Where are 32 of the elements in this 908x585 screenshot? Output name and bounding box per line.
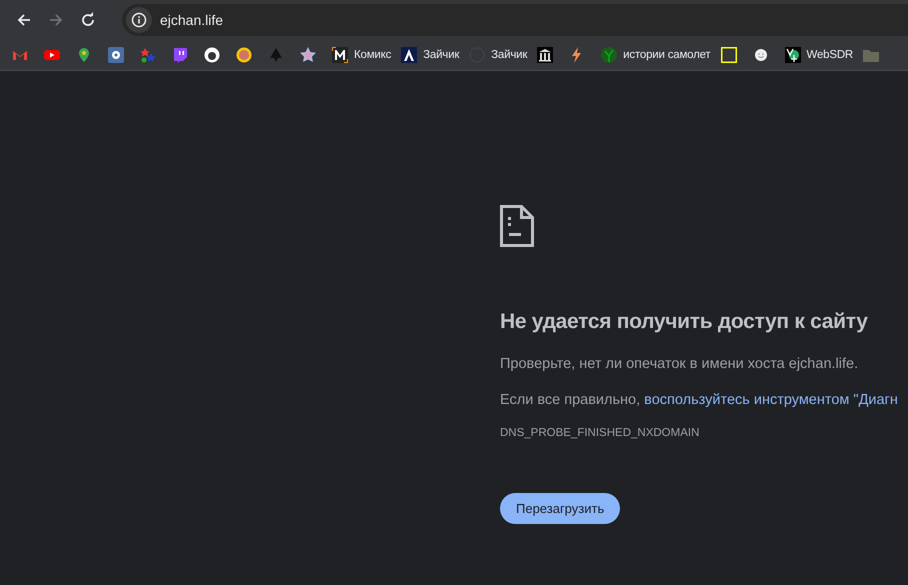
bookmark-item[interactable]: Зайчик [469,43,536,67]
smiley-icon [752,47,769,63]
letter-tile-icon [332,47,348,63]
site-info-button[interactable] [126,7,152,33]
reload-icon [80,12,96,28]
bookmark-item[interactable]: Комикс [332,43,400,67]
hint-text: Проверьте, нет ли опечаток в имени хоста ejchan.life. [500,356,860,372]
star-icon [300,47,316,63]
bookmark-item[interactable]: истории самолет [601,43,719,67]
diagnostics-link[interactable]: воспользуйтесь инструментом "Диагн [644,392,898,408]
advice-text: Если все правильно, воспользуйтесь инструментом "Диагн [500,392,899,408]
forward-arrow-icon [48,12,64,28]
sad-page-icon [500,205,534,247]
reload-page-button[interactable]: Перезагрузить [500,493,620,524]
map-pin-icon [76,47,92,63]
video-play-icon [44,47,60,63]
bookmark-item[interactable]: Зайчик [401,43,468,67]
info-icon [131,12,147,28]
star-letter-icon [401,47,418,63]
url-text: ejchan.life [160,12,224,28]
square-outline-icon [720,47,737,63]
gear-icon [108,47,124,63]
back-arrow-icon [16,12,32,28]
folder-icon [863,47,880,63]
chat-bubble-icon [172,47,188,63]
address-bar[interactable]: ejchan.life [122,4,908,36]
bookmark-item[interactable]: WebSDR [784,43,862,67]
error-title: Не удается получить доступ к сайту [500,310,869,334]
stars-icon [140,47,156,63]
error-code: DNS_PROBE_FINISHED_NXDOMAIN [500,427,700,439]
round-badge-icon [236,47,252,63]
building-columns-icon [537,47,554,63]
